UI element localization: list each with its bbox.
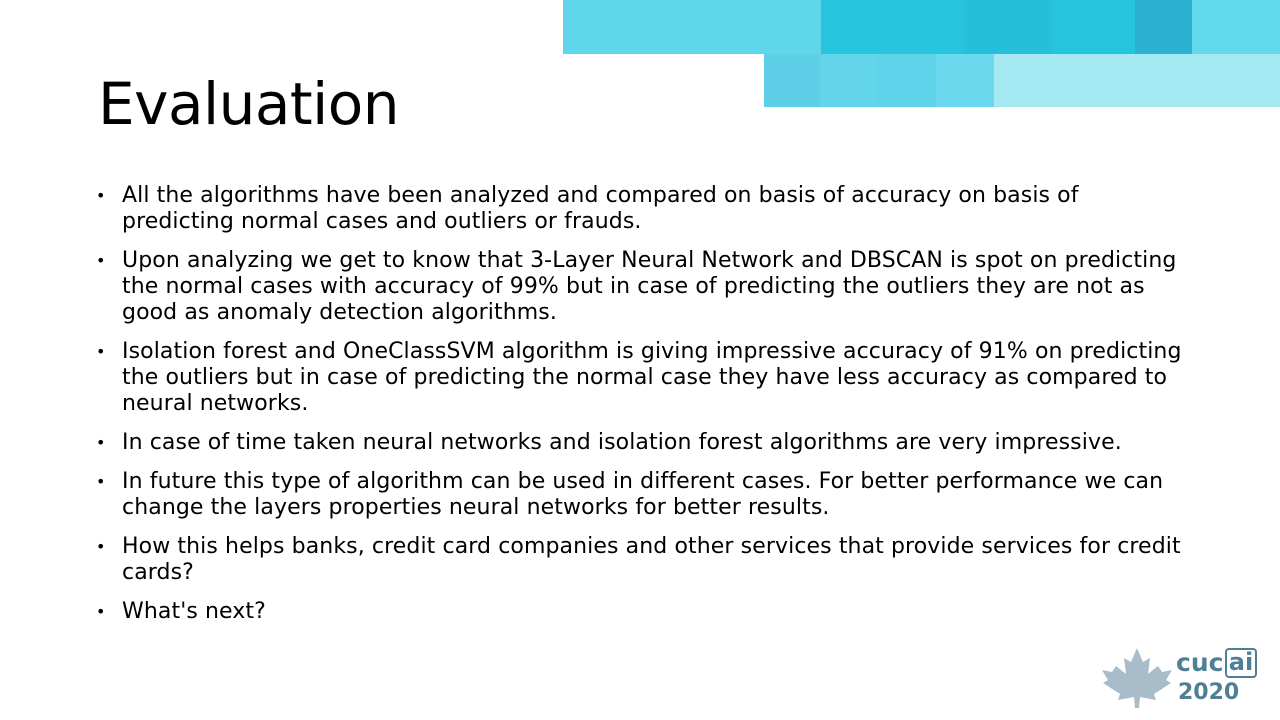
bullet-text: All the algorithms have been analyzed an… <box>122 183 1079 234</box>
bullet-text: In case of time taken neural networks an… <box>122 430 1122 455</box>
bullet-text: What's next? <box>122 599 266 624</box>
bullet-list: • All the algorithms have been analyzed a… <box>96 183 1186 638</box>
banner-block <box>820 54 878 107</box>
banner-block <box>821 0 964 54</box>
bullet-item: • In case of time taken neural networks a… <box>96 430 1186 456</box>
bullet-dot: • <box>96 186 106 205</box>
bullet-text: In future this type of algorithm can be … <box>122 469 1164 520</box>
bullet-text: Isolation forest and OneClassSVM algorit… <box>122 339 1182 416</box>
banner-block <box>563 0 821 54</box>
logo-cuc-text: cuc <box>1176 648 1224 677</box>
banner-block <box>936 54 994 107</box>
banner-block <box>994 54 1280 107</box>
bullet-dot: • <box>96 602 106 621</box>
logo-year: 2020 <box>1178 680 1240 705</box>
bullet-item: • In future this type of algorithm can be… <box>96 469 1186 521</box>
bullet-text: How this helps banks, credit card compan… <box>122 534 1181 585</box>
bullet-item: • What's next? <box>96 599 1186 625</box>
banner-block <box>1192 0 1280 54</box>
slide-title: Evaluation <box>98 70 400 138</box>
bullet-dot: • <box>96 342 106 361</box>
banner-block <box>1052 0 1135 54</box>
bullet-dot: • <box>96 251 106 270</box>
banner-block <box>764 54 820 107</box>
logo-ai-box: ai <box>1225 648 1257 678</box>
banner-block <box>1135 0 1192 54</box>
bullet-dot: • <box>96 472 106 491</box>
bullet-text: Upon analyzing we get to know that 3-Lay… <box>122 248 1177 325</box>
bullet-dot: • <box>96 433 106 452</box>
bullet-item: • How this helps banks, credit card compa… <box>96 534 1186 586</box>
bullet-item: • All the algorithms have been analyzed a… <box>96 183 1186 235</box>
maple-leaf-icon <box>1102 648 1172 708</box>
bullet-item: • Isolation forest and OneClassSVM algori… <box>96 339 1186 417</box>
bullet-item: • Upon analyzing we get to know that 3-La… <box>96 248 1186 326</box>
banner-block <box>964 0 1052 54</box>
banner-block <box>878 54 936 107</box>
bullet-dot: • <box>96 537 106 556</box>
